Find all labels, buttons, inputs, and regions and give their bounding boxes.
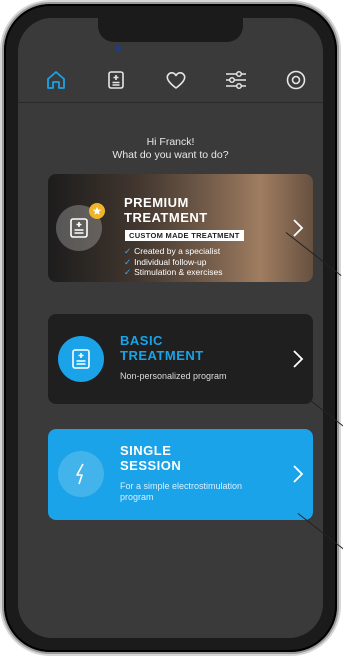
- greeting: Hi Franck! What do you want to do?: [18, 136, 323, 162]
- treatment-icon: [70, 218, 88, 238]
- lightning-icon: [76, 463, 84, 485]
- nav-settings[interactable]: [222, 66, 250, 94]
- star-icon: [92, 206, 102, 215]
- premium-features: ✓ Created by a specialist ✓ Individual fol…: [124, 246, 222, 278]
- check-icon: ✓: [124, 267, 132, 277]
- camera: [115, 45, 121, 51]
- phone-frame: Hi Franck! What do you want to do? PREMI…: [4, 4, 337, 652]
- nav-home[interactable]: [42, 66, 70, 94]
- basic-treatment-card[interactable]: BASIC TREATMENT Non-personalized program: [48, 314, 313, 404]
- greeting-question: What do you want to do?: [112, 149, 229, 161]
- basic-subtitle: Non-personalized program: [120, 371, 227, 381]
- feature-item: ✓ Created by a specialist: [124, 246, 221, 256]
- custom-made-badge: CUSTOM MADE TREATMENT: [125, 230, 244, 241]
- chevron-right-icon: [293, 350, 304, 368]
- top-nav-bar: [18, 56, 323, 103]
- basic-title: BASIC TREATMENT: [120, 333, 204, 363]
- premium-title: PREMIUM TREATMENT: [124, 195, 208, 225]
- feature-item: ✓ Individual follow-up: [124, 256, 207, 267]
- heart-icon: [166, 72, 186, 89]
- premium-treatment-card[interactable]: PREMIUM TREATMENT CUSTOM MADE TREATMENT …: [48, 174, 313, 282]
- power-icon: [286, 70, 306, 90]
- home-icon: [47, 71, 65, 89]
- check-icon: ✓: [124, 256, 132, 267]
- nav-power[interactable]: [282, 66, 310, 94]
- treatment-icon: [72, 349, 90, 369]
- single-icon-circle: [58, 451, 104, 497]
- check-icon: ✓: [124, 246, 132, 256]
- app-screen: Hi Franck! What do you want to do? PREMI…: [18, 18, 323, 638]
- phone-notch: [98, 18, 243, 42]
- single-title: SINGLE SESSION: [120, 443, 182, 473]
- feature-item: ✓ Stimulation & exercises: [124, 267, 223, 277]
- treatment-icon: [108, 71, 124, 89]
- single-session-card[interactable]: SINGLE SESSION For a simple electrostimu…: [48, 429, 313, 520]
- basic-icon-circle: [58, 336, 104, 382]
- chevron-right-icon: [293, 465, 304, 483]
- nav-treatment[interactable]: [102, 66, 130, 94]
- chevron-right-icon: [293, 219, 304, 237]
- single-subtitle: For a simple electrostimulation program: [120, 481, 243, 502]
- star-badge: [89, 203, 105, 219]
- nav-favorites[interactable]: [162, 66, 190, 94]
- settings-icon: [226, 70, 246, 90]
- greeting-name: Hi Franck!: [146, 136, 195, 148]
